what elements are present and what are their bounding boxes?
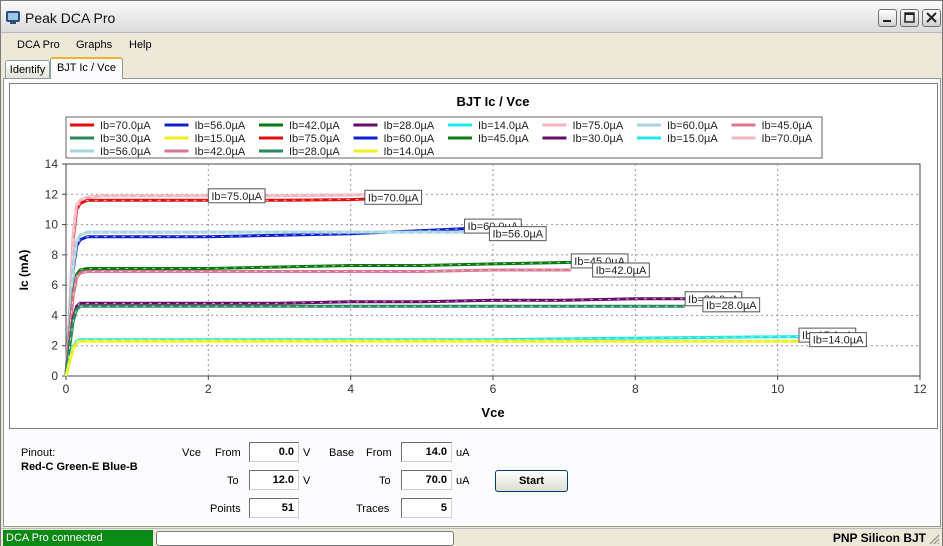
vce-to-label: To (227, 475, 239, 487)
vce-to-unit: V (303, 475, 311, 487)
x-axis-label: Vce (481, 405, 504, 420)
base-from-input[interactable]: 14.0 (401, 442, 452, 462)
close-button[interactable] (922, 9, 941, 27)
close-icon (926, 12, 937, 23)
series-end-label-text: Ib=56.0µA (492, 229, 543, 241)
x-tick-label: 0 (63, 382, 70, 396)
legend-entry: Ib=14.0µA (384, 146, 435, 158)
legend-entry: Ib=56.0µA (195, 120, 246, 132)
vce-to-input[interactable]: 12.0 (249, 470, 299, 490)
legend-entry: Ib=60.0µA (667, 120, 718, 132)
legend-entry: Ib=30.0µA (573, 133, 624, 145)
tab-strip: Identify BJT Ic / Vce (1, 56, 942, 79)
maximize-button[interactable] (900, 9, 919, 27)
tab-bjt-ic-vce[interactable]: BJT Ic / Vce (50, 57, 123, 79)
series-end-label-text: Ib=70.0µA (368, 192, 419, 204)
legend-entry: Ib=15.0µA (195, 133, 246, 145)
progress-bar (156, 531, 454, 546)
legend-entry: Ib=42.0µA (195, 146, 246, 158)
x-tick-label: 4 (347, 382, 354, 396)
legend-entry: Ib=75.0µA (573, 120, 624, 132)
series-end-label: Ib=42.0µA (592, 262, 650, 278)
main-window: Peak DCA Pro DCA Pro Graphs Help Identif… (0, 0, 943, 546)
traces-label: Traces (356, 503, 390, 515)
y-axis-label: Ic (mA) (17, 250, 31, 291)
y-tick-label: 4 (51, 308, 58, 322)
x-tick-label: 10 (771, 382, 785, 396)
x-tick-label: 2 (205, 382, 212, 396)
title-bar[interactable]: Peak DCA Pro (1, 1, 942, 33)
series-end-label: Ib=75.0µA (207, 188, 266, 204)
legend-entry: Ib=28.0µA (384, 120, 435, 132)
legend-entry: Ib=15.0µA (667, 133, 718, 145)
maximize-icon (904, 12, 915, 23)
status-bar: DCA Pro connected PNP Silicon BJT (1, 528, 942, 546)
chart-title: BJT Ic / Vce (457, 94, 530, 109)
menu-bar: DCA Pro Graphs Help (1, 34, 942, 56)
points-input[interactable]: 51 (249, 498, 299, 518)
legend-entry: Ib=45.0µA (478, 133, 529, 145)
series-end-label: Ib=56.0µA (488, 226, 547, 242)
app-icon (6, 11, 20, 24)
menu-dca-pro[interactable]: DCA Pro (17, 39, 60, 51)
base-from-unit: uA (456, 447, 470, 459)
base-to-input[interactable]: 70.0 (401, 470, 452, 490)
points-label: Points (210, 503, 241, 515)
legend-entry: Ib=70.0µA (100, 120, 151, 132)
base-to-unit: uA (456, 475, 470, 487)
vce-label: Vce (182, 447, 201, 459)
device-type: PNP Silicon BJT (832, 531, 926, 545)
legend-entry: Ib=75.0µA (289, 133, 340, 145)
legend-entry: Ib=42.0µA (289, 120, 340, 132)
y-tick-label: 14 (45, 157, 59, 171)
series-end-label: Ib=28.0µA (702, 297, 761, 313)
vce-from-unit: V (303, 447, 311, 459)
y-tick-label: 8 (51, 248, 58, 262)
minimize-icon (883, 20, 891, 22)
y-tick-label: 10 (45, 218, 59, 232)
pinout-label: Pinout: (21, 447, 56, 459)
legend-entry: Ib=30.0µA (100, 133, 151, 145)
traces-input[interactable]: 5 (401, 498, 452, 518)
y-tick-label: 2 (51, 339, 58, 353)
resize-grip-icon[interactable] (928, 533, 940, 545)
y-tick-label: 0 (51, 369, 58, 383)
y-tick-label: 12 (45, 187, 59, 201)
series-end-label-text: Ib=75.0µA (211, 191, 262, 203)
window-title: Peak DCA Pro (25, 10, 116, 26)
ic-vce-chart: BJT Ic / VceIb=70.0µA Ib=56.0µA Ib=42.0µA I… (17, 94, 927, 420)
menu-help[interactable]: Help (129, 39, 152, 51)
legend-entry: Ib=28.0µA (289, 146, 340, 158)
series-end-label: Ib=70.0µA (364, 189, 423, 205)
x-tick-label: 12 (913, 382, 927, 396)
base-from-label: From (366, 447, 392, 459)
legend-entry: Ib=70.0µA (762, 133, 813, 145)
series-end-label-text: Ib=14.0µA (813, 335, 864, 347)
x-tick-label: 6 (490, 382, 497, 396)
legend-entry: Ib=56.0µA (100, 146, 151, 158)
vce-from-label: From (215, 447, 241, 459)
pinout-value: Red-C Green-E Blue-B (21, 461, 138, 473)
minimize-button[interactable] (878, 9, 897, 27)
tab-identify[interactable]: Identify (5, 60, 50, 78)
base-label: Base (329, 447, 355, 459)
legend-entry: Ib=60.0µA (384, 133, 435, 145)
chart-area: BJT Ic / Vce Ib=70.0µA Ib=56.0µA Ib=42.0µA I… (9, 83, 938, 429)
legend-entry: Ib=14.0µA (478, 120, 529, 132)
base-to-label: To (379, 475, 391, 487)
legend-entry: Ib=45.0µA (762, 120, 813, 132)
menu-graphs[interactable]: Graphs (76, 39, 112, 51)
x-tick-label: 8 (632, 382, 639, 396)
y-tick-label: 6 (51, 278, 58, 292)
start-button[interactable]: Start (495, 470, 568, 492)
connection-status: DCA Pro connected (3, 530, 153, 546)
series-end-label: Ib=14.0µA (809, 332, 867, 348)
series-end-label-text: Ib=28.0µA (706, 300, 757, 312)
vce-from-input[interactable]: 0.0 (249, 442, 299, 462)
series-end-label-text: Ib=42.0µA (596, 265, 647, 277)
